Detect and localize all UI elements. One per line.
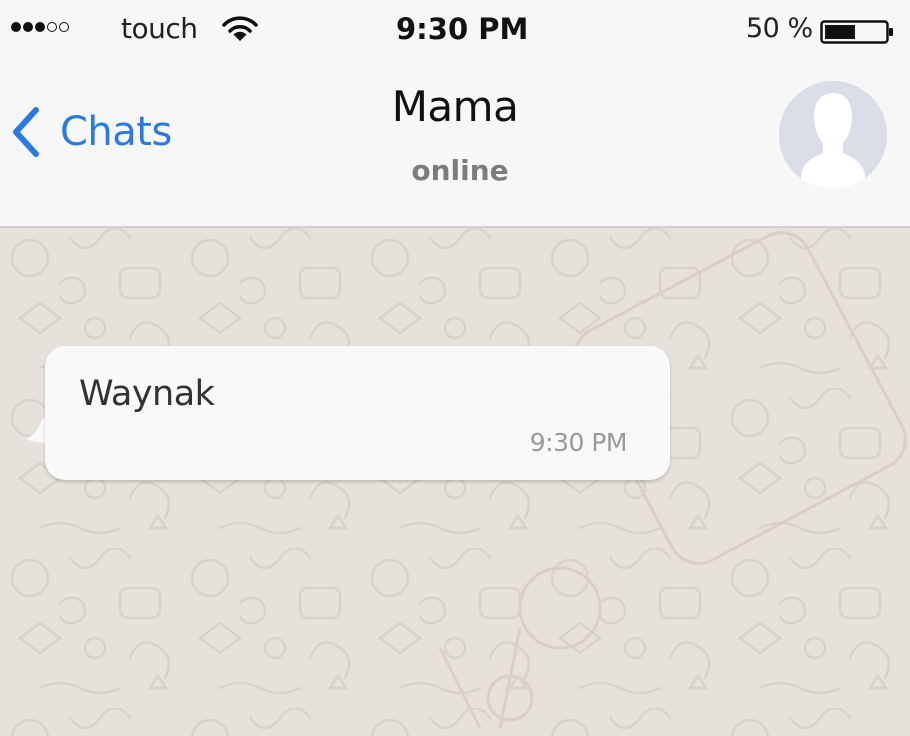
- message-text: Waynak: [79, 374, 215, 414]
- signal-strength-icon: [11, 22, 69, 32]
- signal-dot: [11, 22, 21, 32]
- status-bar: touch 9:30 PM 50 %: [0, 0, 910, 62]
- signal-dot: [59, 22, 69, 32]
- battery-percentage: 50 %: [746, 13, 813, 44]
- carrier-name: touch: [121, 12, 198, 45]
- contact-status: online: [411, 154, 509, 187]
- chat-area[interactable]: Waynak 9:30 PM: [0, 228, 910, 736]
- signal-dot: [35, 22, 45, 32]
- avatar[interactable]: [779, 81, 887, 189]
- battery-icon: [820, 20, 893, 44]
- wifi-icon: [222, 16, 258, 41]
- chat-wallpaper: [0, 228, 910, 736]
- contact-name[interactable]: Mama: [0, 82, 910, 131]
- message-bubble[interactable]: Waynak 9:30 PM: [45, 346, 670, 480]
- message-timestamp: 9:30 PM: [529, 428, 628, 457]
- chat-screen: touch 9:30 PM 50 % Chats Mama online Way…: [0, 0, 910, 736]
- signal-dot: [23, 22, 33, 32]
- person-silhouette-icon: [779, 81, 887, 189]
- chat-header: Chats Mama online: [0, 62, 910, 228]
- signal-dot: [47, 22, 57, 32]
- status-time: 9:30 PM: [396, 12, 529, 46]
